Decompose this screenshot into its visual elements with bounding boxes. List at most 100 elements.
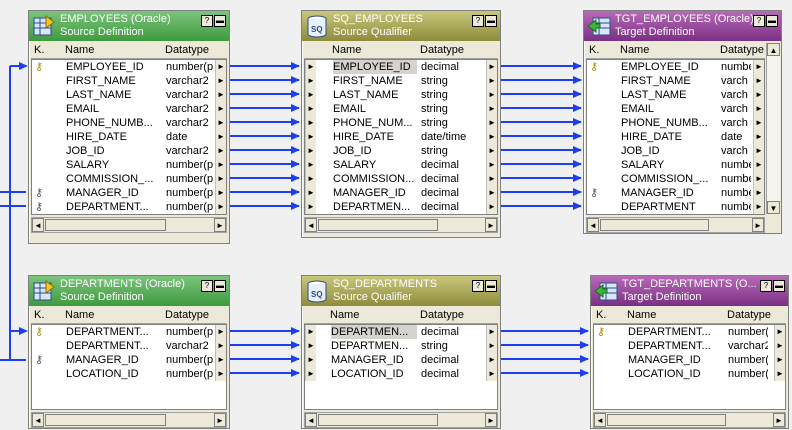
port-row[interactable]: FIRST_NAME varchar2 ► — [32, 74, 226, 88]
input-port-arrow[interactable]: ► — [305, 158, 316, 172]
horizontal-scrollbar[interactable]: ◄ ► — [31, 412, 227, 428]
port-row[interactable]: ► DEPARTMEN... decimal ► — [305, 200, 497, 214]
output-port-arrow[interactable]: ► — [486, 130, 497, 144]
output-port-arrow[interactable]: ► — [753, 172, 764, 186]
port-row[interactable]: SALARY number(p ► — [32, 158, 226, 172]
port-row[interactable]: ⚷ MANAGER_ID numbe► — [587, 186, 764, 200]
output-port-arrow[interactable]: ► — [486, 60, 497, 74]
port-row[interactable]: COMMISSION_... number(p ► — [32, 172, 226, 186]
port-row[interactable]: ► EMPLOYEE_ID decimal ► — [305, 60, 497, 74]
mapping-canvas[interactable]: EMPLOYEES (Oracle) Source Definition? ▬ K. N… — [0, 0, 792, 430]
port-row[interactable]: ⚷ EMPLOYEE_ID number(p ► — [32, 60, 226, 74]
port-list[interactable]: ⚷EMPLOYEE_IDnumbe►FIRST_NAMEvarch►LAST_N… — [586, 59, 765, 215]
port-row[interactable]: ► MANAGER_ID decimal ► — [305, 353, 497, 367]
output-port-arrow[interactable]: ► — [774, 339, 785, 353]
port-row[interactable]: DEPARTMENT numbe► — [587, 200, 764, 214]
port-row[interactable]: PHONE_NUMB... varch ► — [587, 116, 764, 130]
scroll-left-arrow[interactable]: ◄ — [32, 413, 44, 427]
output-port-arrow[interactable]: ► — [215, 172, 226, 186]
port-row[interactable]: ► MANAGER_ID decimal ► — [305, 186, 497, 200]
output-port-arrow[interactable]: ► — [753, 158, 764, 172]
horizontal-scrollbar[interactable]: ◄ ► — [304, 412, 498, 428]
scroll-left-arrow[interactable]: ◄ — [32, 218, 44, 232]
input-port-arrow[interactable]: ► — [305, 74, 316, 88]
input-port-arrow[interactable]: ► — [305, 367, 316, 381]
scroll-left-arrow[interactable]: ◄ — [594, 413, 606, 427]
scroll-up-arrow[interactable]: ▲ — [767, 43, 780, 56]
scroll-left-arrow[interactable]: ◄ — [305, 218, 317, 232]
vertical-scrollbar[interactable]: ▲ ▼ — [766, 43, 780, 214]
port-row[interactable]: EMAIL varch ► — [587, 102, 764, 116]
port-row[interactable]: LOCATION_IDnumber(p► — [32, 367, 226, 381]
port-row[interactable]: ► PHONE_NUM... string ► — [305, 116, 497, 130]
scroll-down-arrow[interactable]: ▼ — [767, 201, 780, 214]
minimize-icon[interactable]: ▬ — [773, 280, 785, 292]
horizontal-scrollbar[interactable]: ◄ ► — [593, 412, 786, 428]
output-port-arrow[interactable]: ► — [215, 116, 226, 130]
port-row[interactable]: LAST_NAME varchar2 ► — [32, 88, 226, 102]
output-port-arrow[interactable]: ► — [215, 186, 226, 200]
help-icon[interactable]: ? — [472, 15, 484, 27]
output-port-arrow[interactable]: ► — [753, 144, 764, 158]
output-port-arrow[interactable]: ► — [486, 186, 497, 200]
port-row[interactable]: ⚷ EMPLOYEE_ID numbe► — [587, 60, 764, 74]
help-icon[interactable]: ? — [760, 280, 772, 292]
output-port-arrow[interactable]: ► — [215, 144, 226, 158]
output-port-arrow[interactable]: ► — [486, 102, 497, 116]
input-port-arrow[interactable]: ► — [305, 116, 316, 130]
scrollbar-thumb[interactable] — [607, 414, 726, 426]
port-row[interactable]: ► DEPARTMEN... decimal ► — [305, 325, 497, 339]
table-header[interactable]: SQ SQ_DEPARTMENTS Source Qualifier? ▬ — [302, 276, 500, 306]
output-port-arrow[interactable]: ► — [753, 102, 764, 116]
horizontal-scrollbar[interactable]: ◄ ► — [31, 217, 227, 233]
port-row[interactable]: LOCATION_IDnumber(p► — [594, 367, 785, 381]
output-port-arrow[interactable]: ► — [215, 74, 226, 88]
output-port-arrow[interactable]: ► — [753, 130, 764, 144]
output-port-arrow[interactable]: ► — [215, 102, 226, 116]
scrollbar-thumb[interactable] — [45, 414, 166, 426]
scroll-right-arrow[interactable]: ► — [485, 218, 497, 232]
port-row[interactable]: ⚷ MANAGER_ID number(p ► — [32, 186, 226, 200]
port-list[interactable]: ► EMPLOYEE_ID decimal ► ► FIRST_NAME string ► ► L… — [304, 59, 498, 215]
table-header[interactable]: TGT_EMPLOYEES (Oracle) Target Definition?… — [584, 11, 781, 41]
output-port-arrow[interactable]: ► — [215, 353, 226, 367]
port-row[interactable]: ► LAST_NAME string ► — [305, 88, 497, 102]
port-row[interactable]: ► COMMISSION... decimal ► — [305, 172, 497, 186]
port-row[interactable]: ⚷ MANAGER_ID number(p ► — [32, 353, 226, 367]
table-header[interactable]: TGT_DEPARTMENTS (O... Target Definition? ▬ — [591, 276, 788, 306]
scroll-left-arrow[interactable]: ◄ — [305, 413, 317, 427]
port-row[interactable]: SALARY numbe► — [587, 158, 764, 172]
port-row[interactable]: ► JOB_ID string ► — [305, 144, 497, 158]
output-port-arrow[interactable]: ► — [215, 339, 226, 353]
output-port-arrow[interactable]: ► — [215, 130, 226, 144]
input-port-arrow[interactable]: ► — [305, 325, 316, 339]
port-row[interactable]: ⚷ DEPARTMENT... number(p► — [32, 325, 226, 339]
port-list[interactable]: ⚷ DEPARTMENT... number(p ► DEPARTMENT... varc… — [593, 324, 786, 410]
output-port-arrow[interactable]: ► — [774, 367, 785, 381]
output-port-arrow[interactable]: ► — [774, 325, 785, 339]
minimize-icon[interactable]: ▬ — [214, 280, 226, 292]
scroll-right-arrow[interactable]: ► — [773, 413, 785, 427]
help-icon[interactable]: ? — [753, 15, 765, 27]
port-row[interactable]: ► FIRST_NAME string ► — [305, 74, 497, 88]
departments-sq-table[interactable]: SQ SQ_DEPARTMENTS Source Qualifier? ▬ Name Da… — [301, 275, 501, 429]
input-port-arrow[interactable]: ► — [305, 186, 316, 200]
output-port-arrow[interactable]: ► — [753, 60, 764, 74]
output-port-arrow[interactable]: ► — [215, 367, 226, 381]
port-row[interactable]: ► HIRE_DATE date/time ► — [305, 130, 497, 144]
input-port-arrow[interactable]: ► — [305, 130, 316, 144]
port-row[interactable]: FIRST_NAME varch ► — [587, 74, 764, 88]
port-row[interactable]: DEPARTMENT... varchar2 ► — [594, 339, 785, 353]
port-row[interactable]: MANAGER_ID number(p ► — [594, 353, 785, 367]
scroll-right-arrow[interactable]: ► — [752, 218, 764, 232]
output-port-arrow[interactable]: ► — [486, 325, 497, 339]
help-icon[interactable]: ? — [201, 280, 213, 292]
scroll-right-arrow[interactable]: ► — [214, 218, 226, 232]
output-port-arrow[interactable]: ► — [486, 172, 497, 186]
minimize-icon[interactable]: ▬ — [485, 15, 497, 27]
scroll-right-arrow[interactable]: ► — [485, 413, 497, 427]
minimize-icon[interactable]: ▬ — [214, 15, 226, 27]
output-port-arrow[interactable]: ► — [486, 200, 497, 214]
input-port-arrow[interactable]: ► — [305, 144, 316, 158]
scrollbar-thumb[interactable] — [318, 414, 438, 426]
